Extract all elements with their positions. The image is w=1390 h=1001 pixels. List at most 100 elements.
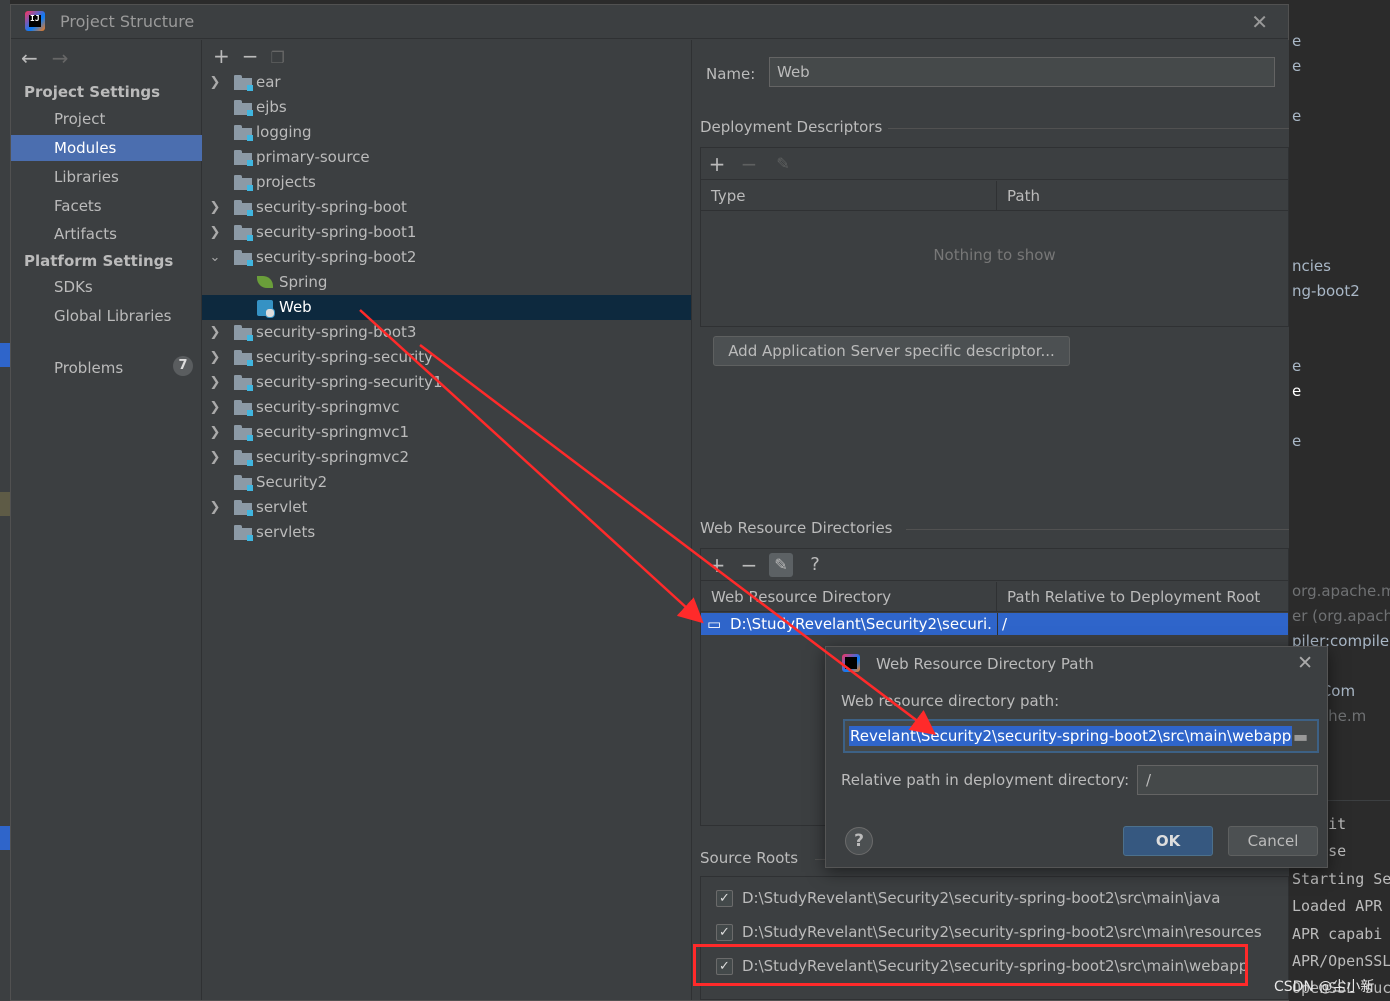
remove-icon[interactable]: − [737,553,761,577]
dd-col-type[interactable]: Type [701,181,996,211]
remove-icon[interactable]: − [242,44,259,68]
name-label: Name: [706,65,756,83]
problems-count-badge: 7 [173,356,193,376]
module-folder-icon [234,100,253,116]
tree-item-label: security-springmvc1 [256,423,410,441]
watermark: CSDN @尘小新 [1274,979,1375,995]
chevron-down-icon[interactable]: ⌄ [208,245,222,270]
wr-row-relative-path: / [997,613,1287,635]
tree-item[interactable]: ejbs [202,95,691,120]
chevron-right-icon[interactable]: ❯ [208,395,222,420]
name-input[interactable]: Web [769,57,1275,87]
tree-item[interactable]: Spring [202,270,691,295]
nav-item-facets[interactable]: Facets [11,193,202,219]
chevron-right-icon[interactable]: ❯ [208,220,222,245]
tree-item[interactable]: ❯ security-spring-boot1 [202,220,691,245]
checkbox-checked[interactable]: ✓ [716,924,733,941]
tree-item[interactable]: ❯ security-spring-boot [202,195,691,220]
chevron-right-icon[interactable]: ❯ [208,320,222,345]
background-gutter-mark [0,492,10,516]
table-row[interactable]: ▭ D:\StudyRevelant\Security2\securi... / [701,613,1288,635]
tree-item[interactable]: ❯ security-spring-security [202,345,691,370]
module-folder-icon [234,150,253,166]
tree-item[interactable]: ❯ security-springmvc2 [202,445,691,470]
tree-item[interactable]: ❯ security-spring-security1 [202,370,691,395]
module-folder-icon [234,175,253,191]
add-icon[interactable]: + [705,152,729,176]
remove-icon[interactable]: − [737,152,761,176]
tree-item[interactable]: primary-source [202,145,691,170]
back-arrow-icon[interactable]: ← [21,46,38,70]
web-resource-path-dialog: Web Resource Directory Path ✕ Web resour… [825,646,1328,868]
tree-item[interactable]: ❯ security-spring-boot3 [202,320,691,345]
relative-path-input[interactable]: / [1137,765,1318,795]
edit-pencil-icon[interactable]: ✎ [769,553,793,577]
chevron-right-icon[interactable]: ❯ [208,420,222,445]
close-icon[interactable]: ✕ [1251,10,1268,34]
title-bar: IJ Project Structure ✕ [11,5,1288,39]
browse-folder-icon[interactable]: ▬ [1293,727,1313,746]
ok-button[interactable]: OK [1123,826,1213,856]
tree-item[interactable]: Security2 [202,470,691,495]
wr-col-relative-path[interactable]: Path Relative to Deployment Root [996,582,1290,612]
tree-item[interactable]: ❯ servlet [202,495,691,520]
copy-icon[interactable]: ❐ [271,48,285,67]
tree-item-label: security-spring-security [256,348,434,366]
edit-pencil-icon[interactable]: ✎ [771,152,795,176]
add-icon[interactable]: + [705,553,729,577]
nav-item-modules[interactable]: Modules [11,135,202,161]
console-line: Loaded APR [1292,897,1383,915]
tree-item-label: Web [279,298,312,316]
tree-item-label: Spring [279,273,328,291]
add-icon[interactable]: + [213,44,230,68]
empty-state-text: Nothing to show [933,246,1056,264]
chevron-right-icon[interactable]: ❯ [208,370,222,395]
tree-item-label: servlet [256,498,308,516]
background-text: e [1292,357,1302,375]
close-icon[interactable]: ✕ [1297,652,1313,674]
nav-item-artifacts[interactable]: Artifacts [11,221,202,247]
background-text: e [1292,57,1302,75]
help-button[interactable]: ? [845,827,873,855]
chevron-right-icon[interactable]: ❯ [208,345,222,370]
wr-col-directory[interactable]: Web Resource Directory [701,582,996,612]
tree-item-label: security-spring-boot3 [256,323,417,341]
add-server-descriptor-button[interactable]: Add Application Server specific descript… [713,336,1070,366]
tree-item[interactable]: ❯ ear [202,70,691,95]
tree-item[interactable]: servlets [202,520,691,545]
tree-item[interactable]: ❯ security-springmvc1 [202,420,691,445]
dd-toolbar: + − ✎ [701,148,1288,180]
nav-item-libraries[interactable]: Libraries [11,164,202,190]
forward-arrow-icon[interactable]: → [52,46,69,70]
nav-item-sdks[interactable]: SDKs [11,274,202,300]
tree-item[interactable]: projects [202,170,691,195]
nav-item-global-libraries[interactable]: Global Libraries [11,303,202,329]
module-folder-icon [234,375,253,391]
chevron-right-icon[interactable]: ❯ [208,445,222,470]
subdialog-title: Web Resource Directory Path [876,655,1094,673]
tree-item[interactable]: ❯ security-springmvc [202,395,691,420]
resource-path-input[interactable]: Revelant\Security2\security-spring-boot2… [843,719,1319,753]
chevron-right-icon[interactable]: ❯ [208,70,222,95]
tree-item-label: servlets [256,523,316,541]
help-icon[interactable]: ? [803,553,827,577]
window-title: Project Structure [60,12,195,31]
module-folder-icon [234,425,253,441]
tree-item-selected[interactable]: Web [202,295,691,320]
tree-item[interactable]: logging [202,120,691,145]
tree-item-label: security-springmvc [256,398,400,416]
checkbox-checked[interactable]: ✓ [716,890,733,907]
cancel-button[interactable]: Cancel [1228,826,1318,856]
tree-item-label: ejbs [256,98,287,116]
console-line: Starting Se [1292,870,1390,888]
nav-item-project[interactable]: Project [11,106,202,132]
dd-col-path[interactable]: Path [996,181,1290,211]
chevron-right-icon[interactable]: ❯ [208,195,222,220]
console-line: APR capabi [1292,925,1383,943]
wr-toolbar: + − ✎ ? [701,549,1288,581]
background-text: org.apache.ma [1292,582,1390,600]
chevron-right-icon[interactable]: ❯ [208,495,222,520]
tree-item-label: security-spring-boot [256,198,407,216]
background-gutter-mark [0,343,10,367]
tree-item[interactable]: ⌄ security-spring-boot2 [202,245,691,270]
